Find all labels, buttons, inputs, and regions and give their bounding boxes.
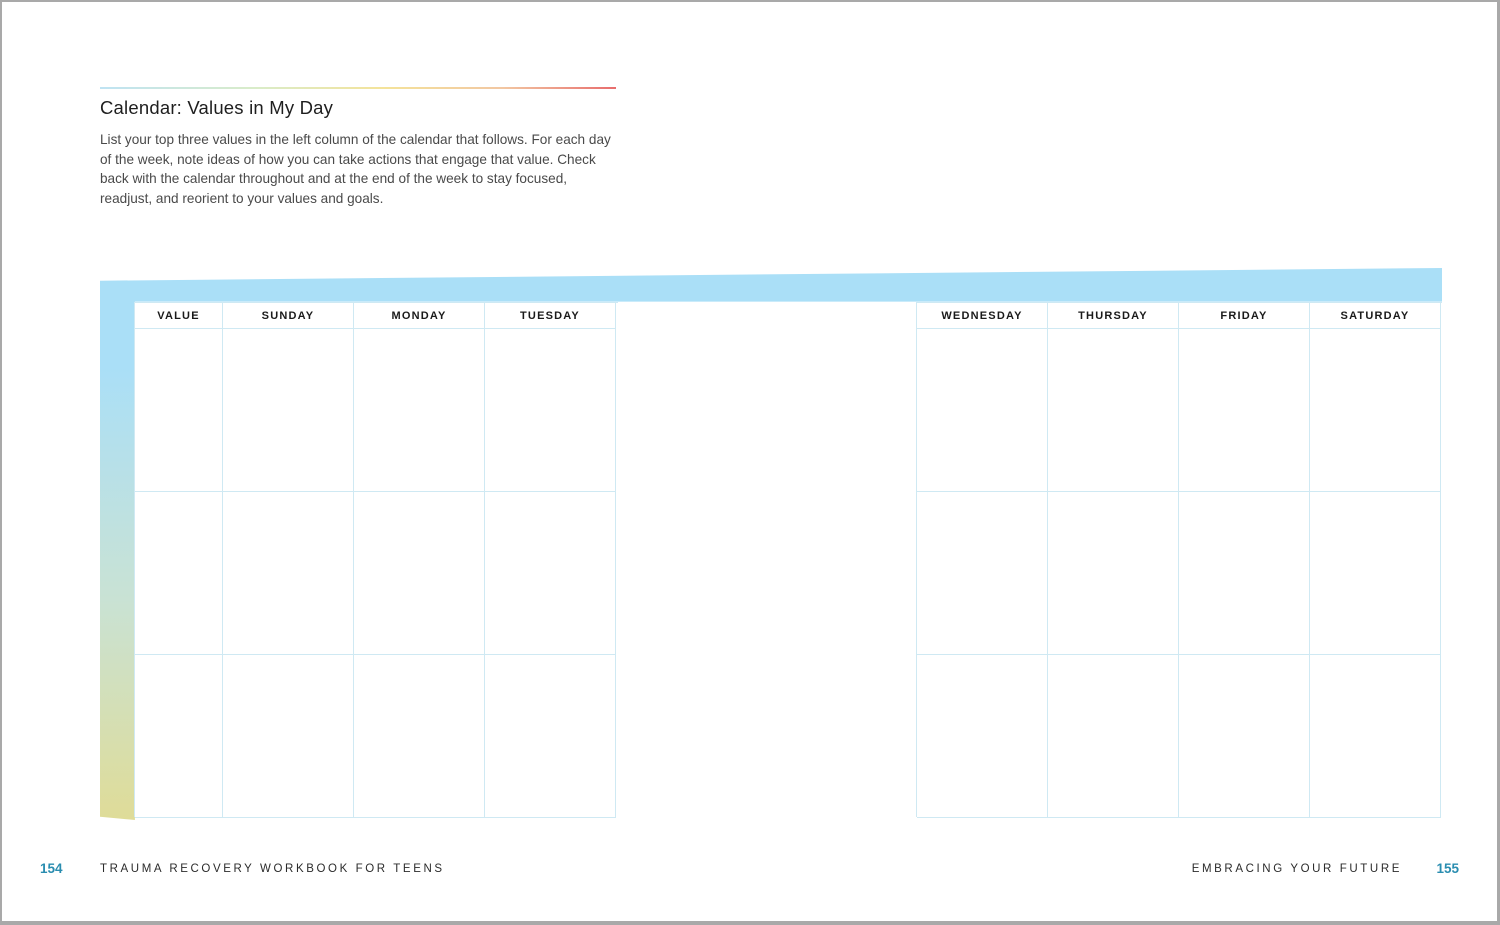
calendar-cell[interactable] [1048, 329, 1179, 492]
book-spread: Calendar: Values in My Day List your top… [2, 2, 1497, 921]
right-page-number: 155 [1436, 861, 1459, 876]
section-instructions: List your top three values in the left c… [100, 132, 611, 206]
calendar-cell[interactable] [223, 329, 354, 492]
calendar-cell[interactable] [223, 655, 354, 818]
value-cell-1[interactable] [135, 329, 223, 492]
calendar-cell[interactable] [485, 329, 616, 492]
calendar-cell[interactable] [917, 492, 1048, 655]
calendar-cell[interactable] [1179, 655, 1310, 818]
column-header-monday: MONDAY [354, 303, 485, 329]
calendar-cell[interactable] [1310, 329, 1441, 492]
calendar-cell[interactable] [354, 329, 485, 492]
gradient-title-rule [100, 87, 616, 89]
value-cell-3[interactable] [135, 655, 223, 818]
left-running-head: TRAUMA RECOVERY WORKBOOK FOR TEENS [100, 863, 445, 875]
calendar-cell[interactable] [1048, 655, 1179, 818]
section-title: Calendar: Values in My Day [100, 97, 334, 118]
calendar-grid-right: WEDNESDAY THURSDAY FRIDAY SATURDAY [916, 302, 1442, 818]
left-page-number: 154 [40, 861, 63, 876]
column-header-tuesday: TUESDAY [485, 303, 616, 329]
column-header-sunday: SUNDAY [223, 303, 354, 329]
value-cell-2[interactable] [135, 492, 223, 655]
calendar-cell[interactable] [223, 492, 354, 655]
calendar-cell[interactable] [354, 655, 485, 818]
calendar-grid-left: VALUE SUNDAY MONDAY TUESDAY [134, 302, 618, 818]
calendar-cell[interactable] [1179, 492, 1310, 655]
column-header-friday: FRIDAY [1179, 303, 1310, 329]
calendar-cell[interactable] [1048, 492, 1179, 655]
column-header-value: VALUE [135, 303, 223, 329]
column-header-saturday: SATURDAY [1310, 303, 1441, 329]
calendar-cell[interactable] [1310, 492, 1441, 655]
right-running-head: EMBRACING YOUR FUTURE [1191, 863, 1402, 875]
calendar-cell[interactable] [1179, 329, 1310, 492]
calendar-cell[interactable] [917, 655, 1048, 818]
column-header-thursday: THURSDAY [1048, 303, 1179, 329]
calendar-cell[interactable] [354, 492, 485, 655]
calendar-cell[interactable] [485, 492, 616, 655]
calendar-cell[interactable] [485, 655, 616, 818]
column-header-wednesday: WEDNESDAY [917, 303, 1048, 329]
calendar-cell[interactable] [1310, 655, 1441, 818]
calendar-cell[interactable] [917, 329, 1048, 492]
